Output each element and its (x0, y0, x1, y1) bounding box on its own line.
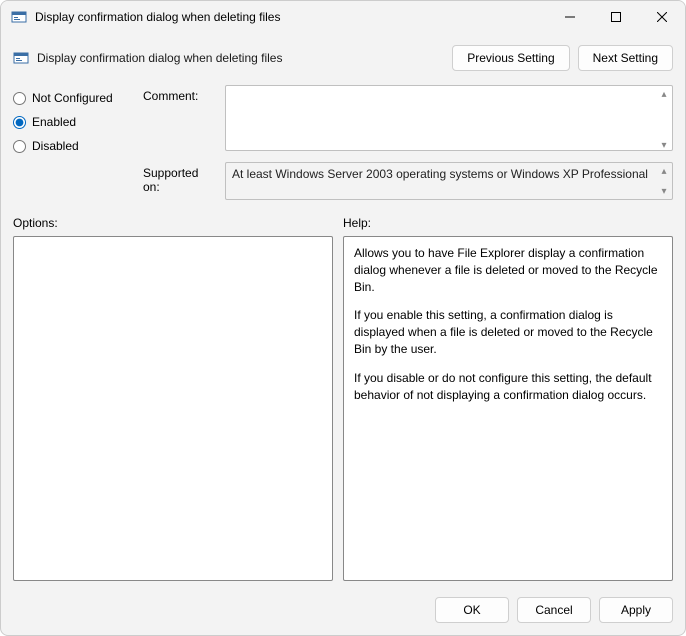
section-labels: Options: Help: (13, 216, 673, 230)
supported-field-wrap: At least Windows Server 2003 operating s… (225, 162, 673, 200)
meta-column: Comment: ▴ ▾ Supported on: At least Wind… (143, 85, 673, 200)
radio-enabled-input[interactable] (13, 116, 26, 129)
help-paragraph: Allows you to have File Explorer display… (354, 245, 662, 295)
panels-row: Allows you to have File Explorer display… (13, 236, 673, 581)
options-label: Options: (13, 216, 333, 230)
minimize-button[interactable] (547, 1, 593, 33)
radio-enabled-label: Enabled (32, 115, 76, 129)
window-controls (547, 1, 685, 33)
app-icon (11, 9, 27, 25)
header-row: Display confirmation dialog when deletin… (13, 43, 673, 79)
radio-not-configured-label: Not Configured (32, 91, 113, 105)
help-paragraph: If you enable this setting, a confirmati… (354, 307, 662, 357)
supported-value: At least Windows Server 2003 operating s… (225, 162, 673, 200)
apply-button[interactable]: Apply (599, 597, 673, 623)
scroll-up-icon[interactable]: ▴ (657, 164, 671, 178)
previous-setting-button[interactable]: Previous Setting (452, 45, 569, 71)
scroll-down-icon[interactable]: ▾ (657, 138, 671, 152)
policy-icon (13, 50, 29, 66)
maximize-button[interactable] (593, 1, 639, 33)
scroll-down-icon[interactable]: ▾ (657, 184, 671, 198)
radio-not-configured[interactable]: Not Configured (13, 91, 131, 105)
content-area: Display confirmation dialog when deletin… (1, 33, 685, 635)
nav-buttons: Previous Setting Next Setting (452, 45, 673, 71)
next-setting-button[interactable]: Next Setting (578, 45, 673, 71)
radio-disabled[interactable]: Disabled (13, 139, 131, 153)
policy-title: Display confirmation dialog when deletin… (37, 51, 444, 65)
options-panel[interactable] (13, 236, 333, 581)
config-row: Not Configured Enabled Disabled Comment:… (13, 85, 673, 200)
help-panel[interactable]: Allows you to have File Explorer display… (343, 236, 673, 581)
radio-disabled-label: Disabled (32, 139, 79, 153)
dialog-window: Display confirmation dialog when deletin… (0, 0, 686, 636)
radio-enabled[interactable]: Enabled (13, 115, 131, 129)
footer-buttons: OK Cancel Apply (13, 587, 673, 623)
comment-field-wrap: ▴ ▾ (225, 85, 673, 154)
comment-row: Comment: ▴ ▾ (143, 85, 673, 154)
radio-disabled-input[interactable] (13, 140, 26, 153)
state-radios: Not Configured Enabled Disabled (13, 85, 131, 153)
close-button[interactable] (639, 1, 685, 33)
help-label: Help: (343, 216, 371, 230)
cancel-button[interactable]: Cancel (517, 597, 591, 623)
titlebar: Display confirmation dialog when deletin… (1, 1, 685, 33)
radio-not-configured-input[interactable] (13, 92, 26, 105)
comment-label: Comment: (143, 85, 217, 103)
scroll-up-icon[interactable]: ▴ (657, 87, 671, 101)
window-title: Display confirmation dialog when deletin… (35, 10, 547, 24)
supported-label: Supported on: (143, 162, 217, 194)
help-paragraph: If you disable or do not configure this … (354, 370, 662, 404)
supported-row: Supported on: At least Windows Server 20… (143, 162, 673, 200)
comment-input[interactable] (225, 85, 673, 151)
ok-button[interactable]: OK (435, 597, 509, 623)
